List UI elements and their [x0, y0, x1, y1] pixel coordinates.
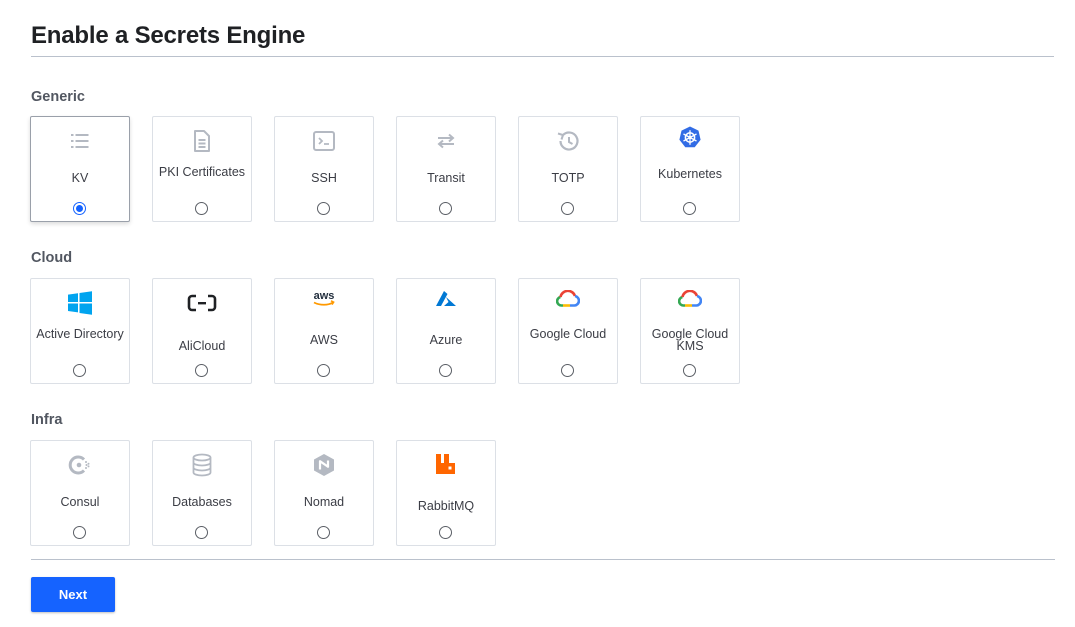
footer-divider — [31, 559, 1055, 560]
engine-card-aws[interactable]: aws AWS — [274, 278, 374, 384]
radio-kubernetes[interactable] — [683, 202, 696, 215]
generic-engine-grid: KV PKI Certificates SSH Transit TOTP Kub — [30, 116, 740, 222]
engine-label-google-cloud: Google Cloud — [529, 327, 607, 341]
radio-active-directory[interactable] — [73, 364, 86, 377]
engine-card-kv[interactable]: KV — [30, 116, 130, 222]
consul-icon — [31, 454, 129, 476]
engine-card-ssh[interactable]: SSH — [274, 116, 374, 222]
engine-card-google-cloud-kms[interactable]: Google Cloud KMS — [640, 278, 740, 384]
engine-label-azure: Azure — [429, 333, 463, 347]
engine-label-totp: TOTP — [551, 171, 585, 185]
engine-label-nomad: Nomad — [303, 495, 345, 509]
engine-label-pki: PKI Certificates — [158, 165, 246, 179]
engine-label-rabbitmq: RabbitMQ — [417, 499, 475, 513]
alicloud-icon — [153, 292, 251, 314]
radio-nomad[interactable] — [317, 526, 330, 539]
next-button[interactable]: Next — [31, 577, 115, 612]
radio-azure[interactable] — [439, 364, 452, 377]
engine-card-active-directory[interactable]: Active Directory — [30, 278, 130, 384]
engine-label-kubernetes: Kubernetes — [658, 167, 722, 181]
radio-aws[interactable] — [317, 364, 330, 377]
radio-rabbitmq[interactable] — [439, 526, 452, 539]
windows-icon — [31, 291, 129, 315]
section-heading-infra: Infra — [31, 412, 63, 428]
engine-card-rabbitmq[interactable]: RabbitMQ — [396, 440, 496, 546]
page-title: Enable a Secrets Engine — [31, 22, 306, 49]
engine-card-transit[interactable]: Transit — [396, 116, 496, 222]
aws-icon: aws — [275, 287, 373, 309]
engine-label-kv: KV — [71, 171, 89, 185]
radio-alicloud[interactable] — [195, 364, 208, 377]
engine-card-azure[interactable]: Azure — [396, 278, 496, 384]
engine-label-ssh: SSH — [311, 171, 337, 185]
nomad-icon — [275, 454, 373, 476]
rabbitmq-icon — [397, 453, 495, 475]
kubernetes-icon — [641, 126, 739, 148]
engine-label-active-directory: Active Directory — [36, 327, 124, 341]
engine-card-nomad[interactable]: Nomad — [274, 440, 374, 546]
engine-card-kubernetes[interactable]: Kubernetes — [640, 116, 740, 222]
radio-pki[interactable] — [195, 202, 208, 215]
engine-label-google-cloud-kms: Google Cloud KMS — [651, 327, 729, 353]
google-cloud-kms-icon — [641, 288, 739, 310]
engine-card-consul[interactable]: Consul — [30, 440, 130, 546]
engine-card-google-cloud[interactable]: Google Cloud — [518, 278, 618, 384]
engine-label-consul: Consul — [60, 495, 100, 509]
engine-label-aws: AWS — [309, 333, 338, 347]
infra-engine-grid: Consul Databases Nomad RabbitMQ — [30, 440, 496, 546]
engine-label-transit: Transit — [427, 171, 465, 185]
list-icon — [31, 130, 129, 152]
radio-ssh[interactable] — [317, 202, 330, 215]
radio-databases[interactable] — [195, 526, 208, 539]
section-heading-cloud: Cloud — [31, 250, 73, 266]
section-heading-generic: Generic — [31, 89, 85, 105]
radio-kv[interactable] — [73, 202, 86, 215]
title-divider — [31, 56, 1054, 57]
engine-label-alicloud: AliCloud — [178, 339, 226, 353]
radio-google-cloud[interactable] — [561, 364, 574, 377]
engine-card-databases[interactable]: Databases — [152, 440, 252, 546]
engine-card-totp[interactable]: TOTP — [518, 116, 618, 222]
radio-consul[interactable] — [73, 526, 86, 539]
engine-card-alicloud[interactable]: AliCloud — [152, 278, 252, 384]
svg-text:aws: aws — [314, 290, 335, 302]
engine-card-pki-certificates[interactable]: PKI Certificates — [152, 116, 252, 222]
radio-totp[interactable] — [561, 202, 574, 215]
engine-label-databases: Databases — [172, 495, 232, 509]
history-clock-icon — [519, 130, 617, 152]
document-icon — [153, 130, 251, 152]
google-cloud-icon — [519, 288, 617, 310]
cloud-engine-grid: Active Directory AliCloud aws AWS Azure … — [30, 278, 740, 384]
azure-icon — [397, 288, 495, 310]
radio-google-cloud-kms[interactable] — [683, 364, 696, 377]
terminal-icon — [275, 130, 373, 152]
radio-transit[interactable] — [439, 202, 452, 215]
swap-arrows-icon — [397, 130, 495, 152]
database-icon — [153, 453, 251, 477]
